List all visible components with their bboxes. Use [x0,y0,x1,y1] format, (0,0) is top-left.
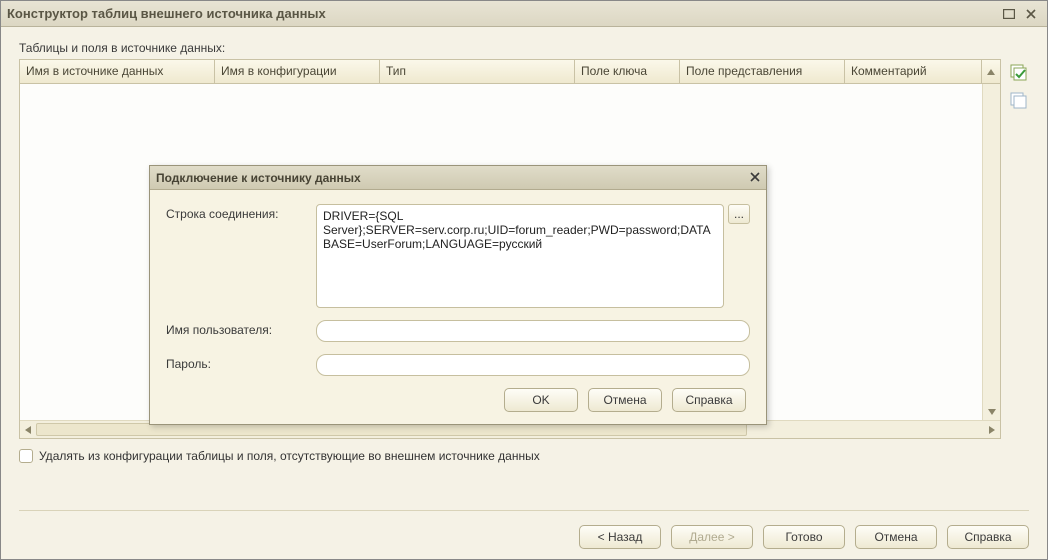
maximize-button[interactable] [999,5,1019,23]
password-input[interactable] [316,354,750,376]
vertical-scrollbar[interactable] [982,84,1000,420]
connection-string-input[interactable] [316,204,724,308]
select-all-button[interactable] [1007,61,1029,83]
connection-string-browse-button[interactable]: ... [728,204,750,224]
username-label: Имя пользователя: [166,320,316,337]
connection-string-label: Строка соединения: [166,204,316,221]
header-scroll-up-icon[interactable] [982,60,1000,83]
delete-missing-checkbox[interactable] [19,449,33,463]
back-button[interactable]: < Назад [579,525,661,549]
scroll-down-icon[interactable] [983,404,1000,420]
scroll-up-icon[interactable] [983,84,1000,100]
col-source-name[interactable]: Имя в источнике данных [20,60,215,83]
password-label: Пароль: [166,354,316,371]
scroll-right-icon[interactable] [984,426,1000,434]
dialog-ok-button[interactable]: OK [504,388,578,412]
col-comment[interactable]: Комментарий [845,60,982,83]
dialog-title: Подключение к источнику данных [156,171,750,185]
finish-button[interactable]: Готово [763,525,845,549]
dialog-titlebar: Подключение к источнику данных [150,166,766,190]
col-config-name[interactable]: Имя в конфигурации [215,60,380,83]
col-key-field[interactable]: Поле ключа [575,60,680,83]
window-title: Конструктор таблиц внешнего источника да… [7,6,997,21]
col-presentation-field[interactable]: Поле представления [680,60,845,83]
deselect-all-button[interactable] [1007,89,1029,111]
col-type[interactable]: Тип [380,60,575,83]
dialog-close-button[interactable] [750,171,760,185]
scroll-left-icon[interactable] [20,426,36,434]
username-input[interactable] [316,320,750,342]
delete-missing-label: Удалять из конфигурации таблицы и поля, … [39,449,540,463]
close-button[interactable] [1021,5,1041,23]
next-button: Далее > [671,525,753,549]
grid-header: Имя в источнике данных Имя в конфигураци… [20,60,1000,84]
wizard-footer: < Назад Далее > Готово Отмена Справка [19,510,1029,549]
dialog-cancel-button[interactable]: Отмена [588,388,662,412]
dialog-help-button[interactable]: Справка [672,388,746,412]
connection-dialog: Подключение к источнику данных Строка со… [149,165,767,425]
cancel-button[interactable]: Отмена [855,525,937,549]
help-button[interactable]: Справка [947,525,1029,549]
section-label: Таблицы и поля в источнике данных: [19,41,1029,55]
window-titlebar: Конструктор таблиц внешнего источника да… [1,1,1047,27]
